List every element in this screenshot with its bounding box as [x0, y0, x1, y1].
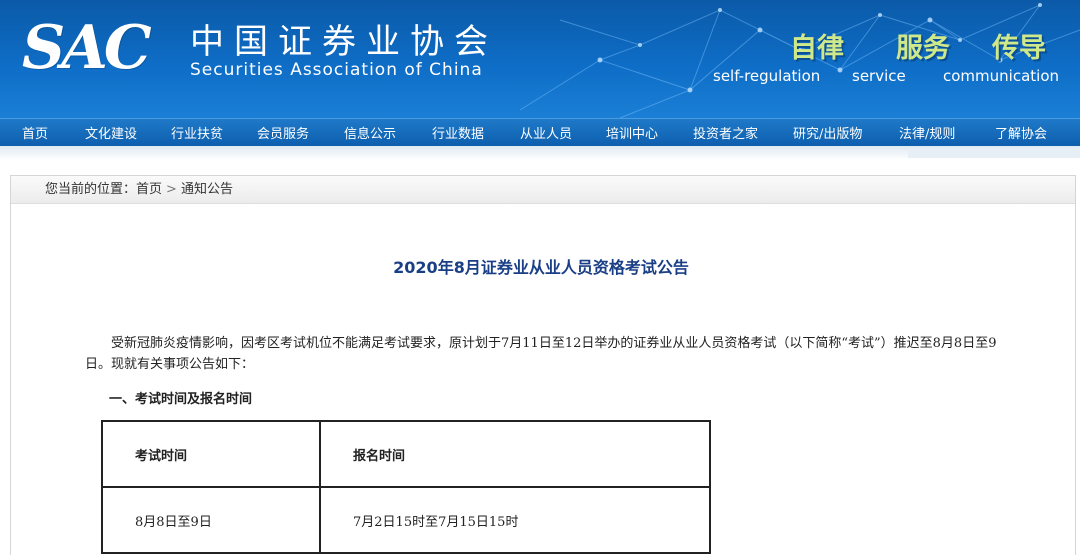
nav-item-industry-data[interactable]: 行业数据 [432, 123, 484, 142]
nav-item-poverty-relief[interactable]: 行业扶贫 [171, 123, 223, 142]
sac-logo[interactable]: SAC [22, 18, 152, 78]
nav-item-investors[interactable]: 投资者之家 [693, 123, 758, 142]
org-name-chinese: 中国证券业协会 [190, 22, 498, 62]
breadcrumb-home-link[interactable]: 首页 [136, 182, 162, 197]
nav-item-law-rules[interactable]: 法律/规则 [899, 123, 955, 142]
breadcrumb-prefix: 您当前的位置： [45, 182, 137, 197]
slogan-self-regulation: 自律 [790, 33, 844, 64]
breadcrumb-current[interactable]: 通知公告 [181, 182, 233, 197]
nav-item-member-services[interactable]: 会员服务 [257, 123, 309, 142]
content-panel: 您当前的位置：首页 > 通知公告 2020年8月证券业从业人员资格考试公告 受新冠肺… [10, 175, 1076, 555]
breadcrumb: 您当前的位置：首页 > 通知公告 [11, 176, 1075, 204]
table-header-exam-time: 考试时间 [101, 420, 321, 488]
nav-item-research[interactable]: 研究/出版物 [793, 123, 862, 142]
table-cell-registration-time: 7月2日15时至7月15日15时 [319, 486, 711, 554]
nav-item-culture[interactable]: 文化建设 [85, 123, 137, 142]
table-header-row: 考试时间 报名时间 [101, 420, 711, 488]
header-banner: SAC 中国证券业协会 Securities Association of Ch… [0, 0, 1080, 118]
nav-shadow-strip-right [908, 148, 1080, 158]
main-nav: 首页 文化建设 行业扶贫 会员服务 信息公示 行业数据 从业人员 培训中心 投资… [0, 118, 1080, 146]
nav-item-about[interactable]: 了解协会 [995, 123, 1047, 142]
org-name-english: Securities Association of China [190, 60, 483, 80]
nav-item-disclosure[interactable]: 信息公示 [344, 123, 396, 142]
slogan-service: 服务 [896, 33, 950, 64]
article-intro: 受新冠肺炎疫情影响，因考区考试机位不能满足考试要求，原计划于7月11日至12日举… [85, 336, 997, 372]
section-heading-exam-time: 一、考试时间及报名时间 [109, 392, 253, 407]
slogan-en-self-regulation: self-regulation [713, 67, 821, 85]
article-title: 2020年8月证券业从业人员资格考试公告 [393, 258, 689, 277]
table-cell-exam-time: 8月8日至9日 [101, 486, 321, 554]
table-row: 8月8日至9日 7月2日15时至7月15日15时 [101, 486, 711, 554]
exam-schedule-table: 考试时间 报名时间 8月8日至9日 7月2日15时至7月15日15时 [101, 420, 711, 554]
slogan-en-service: service [852, 67, 906, 85]
nav-item-practitioners[interactable]: 从业人员 [520, 123, 572, 142]
slogan-en-communication: communication [943, 67, 1060, 85]
breadcrumb-separator: > [166, 182, 177, 197]
nav-item-training[interactable]: 培训中心 [606, 123, 658, 142]
nav-item-home[interactable]: 首页 [22, 123, 48, 142]
table-header-registration-time: 报名时间 [319, 420, 711, 488]
slogan-communication: 传导 [992, 33, 1046, 64]
